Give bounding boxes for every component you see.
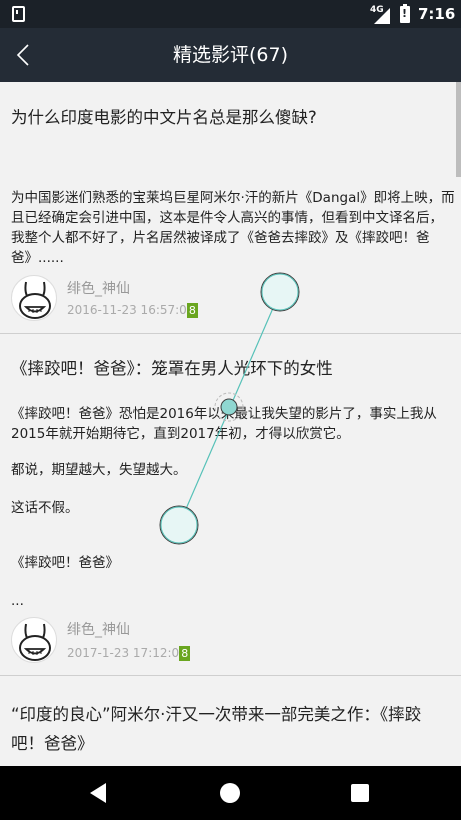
date-text: 2016-11-23 16:57:0 xyxy=(67,303,187,317)
clock: 7:16 xyxy=(418,5,456,23)
rating-badge: 8 xyxy=(186,303,198,318)
rating-badge: 8 xyxy=(179,646,191,661)
bunny-avatar-icon xyxy=(19,623,51,661)
review-paragraph: 《摔跤吧！爸爸》 xyxy=(11,555,119,571)
nav-recents-button[interactable] xyxy=(320,766,400,820)
post-date: 2017-1-23 17:12:0 8 xyxy=(67,646,191,661)
app-bar: 精选影评(67) xyxy=(0,28,461,82)
screen: 4G 7:16 精选影评(67) 为什么印度电影的中文片名总是那么傻缺? 为中国… xyxy=(0,0,461,820)
square-recents-icon xyxy=(351,784,369,802)
signal-icon xyxy=(374,8,390,24)
battery-icon xyxy=(400,4,410,23)
author-name[interactable]: 绯色_神仙 xyxy=(67,278,130,298)
review-excerpt: 为中国影迷们熟悉的宝莱坞巨星阿米尔·汗的新片《Dangal》即将上映，而且已经确… xyxy=(11,190,455,266)
review-card[interactable]: 《摔跤吧！爸爸》：笼罩在男人光环下的女性 《摔跤吧！爸爸》恐怕是2016年以来最… xyxy=(0,334,461,674)
post-date: 2016-11-23 16:57:0 8 xyxy=(67,303,198,318)
back-button[interactable] xyxy=(8,38,42,72)
triangle-back-icon xyxy=(90,783,106,803)
review-paragraph: 这话不假。 xyxy=(11,500,79,516)
page-title: 精选影评(67) xyxy=(172,44,288,66)
review-list[interactable]: 为什么印度电影的中文片名总是那么傻缺? 为中国影迷们熟悉的宝莱坞巨星阿米尔·汗的… xyxy=(0,82,461,766)
review-card[interactable]: “印度的良心”阿米尔·汗又一次带来一部完美之作：《摔跤吧！爸爸》 xyxy=(0,676,461,766)
review-paragraph: 都说，期望越大，失望越大。 xyxy=(11,462,187,478)
scrollbar[interactable] xyxy=(456,82,461,177)
review-title: “印度的良心”阿米尔·汗又一次带来一部完美之作：《摔跤吧！爸爸》 xyxy=(11,705,422,753)
circle-home-icon xyxy=(220,783,240,803)
system-nav-bar xyxy=(0,766,461,820)
status-bar: 4G 7:16 xyxy=(0,0,461,28)
review-paragraph: 《摔跤吧！爸爸》恐怕是2016年以来最让我失望的影片了，事实上我从2015年就开… xyxy=(11,406,437,442)
sim-card-icon xyxy=(12,6,25,22)
review-title: 为什么印度电影的中文片名总是那么傻缺? xyxy=(11,108,317,127)
avatar[interactable] xyxy=(11,275,57,321)
bunny-avatar-icon xyxy=(19,281,51,319)
review-card[interactable]: 为什么印度电影的中文片名总是那么傻缺? 为中国影迷们熟悉的宝莱坞巨星阿米尔·汗的… xyxy=(0,82,461,333)
review-title: 《摔跤吧！爸爸》：笼罩在男人光环下的女性 xyxy=(11,359,333,378)
nav-home-button[interactable] xyxy=(190,766,270,820)
date-text: 2017-1-23 17:12:0 xyxy=(67,646,180,660)
review-paragraph: ... xyxy=(11,593,24,609)
chevron-left-icon xyxy=(16,44,29,66)
author-name[interactable]: 绯色_神仙 xyxy=(67,619,130,639)
avatar[interactable] xyxy=(11,617,57,663)
nav-back-button[interactable] xyxy=(60,766,140,820)
